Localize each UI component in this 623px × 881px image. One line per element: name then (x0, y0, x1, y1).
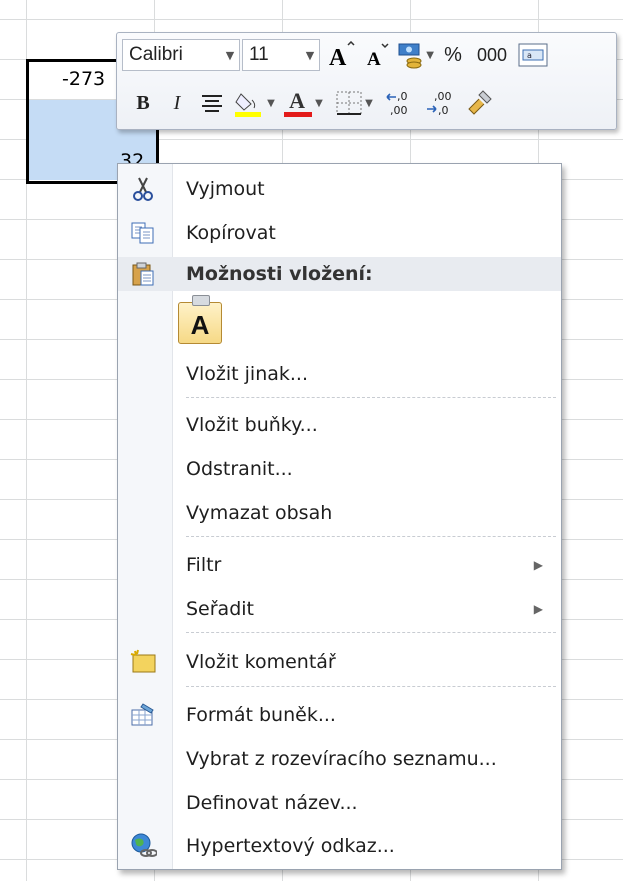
menu-item-label: Hypertextový odkaz... (186, 835, 395, 857)
menu-separator (186, 632, 556, 633)
paste-option-button[interactable]: A (178, 295, 222, 344)
center-align-button[interactable] (196, 87, 228, 119)
borders-button[interactable]: ▼ (330, 87, 378, 119)
merge-center-icon: a (518, 43, 548, 67)
accounting-format-button[interactable]: ▼ (396, 39, 434, 71)
menu-separator (186, 536, 556, 537)
fill-color-button[interactable]: ▼ (232, 87, 276, 119)
font-size-value: 11 (249, 44, 269, 65)
menu-item-label: Filtr (186, 554, 222, 576)
menu-item-label: Vložit buňky... (186, 414, 318, 436)
menu-item-pick-from-list[interactable]: Vybrat z rozevíracího seznamu... (118, 741, 561, 777)
grow-font-icon: A (329, 41, 355, 69)
currency-icon (398, 43, 422, 69)
menu-item-label: Vymazat obsah (186, 502, 333, 524)
svg-text:A: A (367, 49, 381, 69)
font-name-value: Calibri (129, 44, 183, 65)
menu-item-cut[interactable]: Vyjmout (118, 171, 561, 207)
svg-text:,0: ,0 (438, 104, 449, 117)
menu-item-format-cells[interactable]: Formát buněk... (118, 697, 561, 733)
menu-item-label: Vybrat z rozevíracího seznamu... (186, 748, 497, 770)
paint-bucket-icon (235, 93, 262, 117)
percent-style-button[interactable]: % (438, 39, 468, 71)
font-color-button[interactable]: A ▼ (280, 87, 326, 119)
comma-style-button[interactable]: 000 (472, 39, 512, 71)
menu-item-insert-cells[interactable]: Vložit buňky... (118, 407, 561, 443)
clipboard-icon (126, 258, 160, 290)
borders-icon (336, 91, 362, 115)
menu-header-paste-options: Možnosti vložení: (118, 257, 561, 291)
increase-decimal-icon: ,0 ,00 (386, 90, 408, 117)
menu-item-label: Seřadit (186, 598, 254, 620)
font-name-combo[interactable]: Calibri ▼ (122, 39, 240, 71)
decrease-decimal-button[interactable]: ,00 ,0 (422, 87, 458, 119)
menu-item-label: Kopírovat (186, 222, 276, 244)
merge-center-button[interactable]: a (516, 39, 550, 71)
menu-separator (186, 397, 556, 398)
menu-item-sort[interactable]: Seřadit ▶ (118, 591, 561, 627)
submenu-arrow-icon: ▶ (533, 602, 543, 616)
chevron-down-icon[interactable]: ▼ (315, 98, 323, 109)
menu-item-label: Vložit komentář (186, 651, 336, 673)
font-size-combo[interactable]: 11 ▼ (242, 39, 320, 71)
menu-item-insert-comment[interactable]: Vložit komentář (118, 644, 561, 680)
svg-text:,0: ,0 (397, 90, 408, 103)
chevron-down-icon[interactable]: ▼ (365, 98, 373, 109)
scissors-icon (126, 173, 160, 205)
shrink-font-icon: A (367, 43, 389, 69)
menu-header-label: Možnosti vložení: (186, 263, 373, 285)
context-menu: Vyjmout Kopírovat Možnosti vložení: A Vl… (117, 163, 562, 870)
menu-item-label: Odstranit... (186, 458, 293, 480)
menu-item-label: Formát buněk... (186, 704, 336, 726)
shrink-font-button[interactable]: A (362, 39, 392, 71)
menu-item-paste-special[interactable]: Vložit jinak... (118, 356, 561, 392)
menu-item-delete[interactable]: Odstranit... (118, 451, 561, 487)
menu-item-label: Vložit jinak... (186, 363, 309, 385)
font-color-icon: A (283, 88, 313, 118)
submenu-arrow-icon: ▶ (533, 558, 543, 572)
cell-value[interactable]: -273 (62, 68, 105, 90)
menu-item-hyperlink[interactable]: Hypertextový odkaz... (118, 828, 561, 864)
chevron-down-icon[interactable]: ▼ (426, 50, 434, 61)
bold-button[interactable]: B (128, 87, 158, 119)
grow-font-button[interactable]: A (324, 39, 358, 71)
menu-separator (186, 686, 556, 687)
format-cells-icon (126, 699, 160, 731)
mini-toolbar: Calibri ▼ 11 ▼ A A ▼ % 000 a B I ▼ A ▼ ▼… (116, 32, 617, 130)
chevron-down-icon[interactable]: ▼ (221, 49, 239, 62)
svg-text:a: a (527, 51, 532, 60)
menu-item-label: Vyjmout (186, 178, 265, 200)
copy-icon (126, 217, 160, 249)
font-color-letter: A (289, 88, 306, 113)
format-painter-button[interactable] (462, 87, 498, 119)
menu-item-copy[interactable]: Kopírovat (118, 215, 561, 251)
svg-text:A: A (329, 45, 347, 69)
chevron-down-icon[interactable]: ▼ (301, 49, 319, 62)
new-comment-icon (126, 646, 160, 678)
italic-button[interactable]: I (162, 87, 192, 119)
decrease-decimal-icon: ,00 ,0 (427, 90, 452, 117)
increase-decimal-button[interactable]: ,0 ,00 (382, 87, 418, 119)
svg-text:,00: ,00 (434, 90, 452, 103)
format-painter-icon (468, 90, 492, 115)
hyperlink-globe-icon (126, 830, 160, 862)
menu-item-clear-contents[interactable]: Vymazat obsah (118, 495, 561, 531)
menu-item-label: Definovat název... (186, 792, 358, 814)
menu-item-define-name[interactable]: Definovat název... (118, 785, 561, 821)
svg-text:,00: ,00 (390, 104, 408, 117)
paste-option-label: A (190, 310, 210, 340)
menu-item-filter[interactable]: Filtr ▶ (118, 547, 561, 583)
align-center-icon (202, 95, 222, 112)
font-color-swatch (284, 112, 313, 117)
chevron-down-icon[interactable]: ▼ (267, 98, 275, 109)
clipboard-clip-icon (192, 295, 210, 306)
